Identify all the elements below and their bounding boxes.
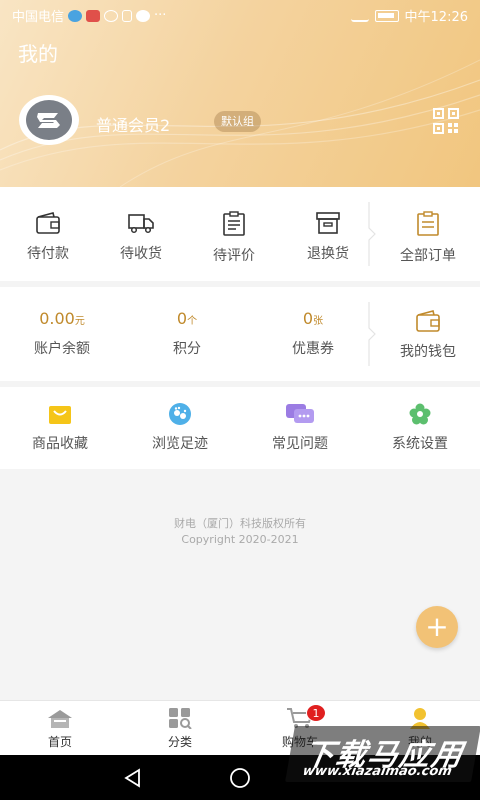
tool-label: 系统设置 xyxy=(392,436,448,452)
copyright-company: 财电（厦门）科技版权所有 xyxy=(174,517,306,530)
my-wallet-button[interactable]: 我的钱包 xyxy=(376,309,480,361)
tab-home[interactable]: 首页 xyxy=(0,707,120,750)
tool-label: 商品收藏 xyxy=(32,436,88,452)
order-returns[interactable]: 退换货 xyxy=(280,211,376,263)
header-wave-decoration xyxy=(0,59,480,187)
signal-icon xyxy=(350,10,369,22)
favorites-icon xyxy=(49,406,71,424)
copyright-years: Copyright 2020-2021 xyxy=(181,533,299,546)
tool-label: 浏览足迹 xyxy=(152,436,208,452)
coupons-label: 优惠券 xyxy=(292,341,334,357)
my-wallet-label: 我的钱包 xyxy=(400,344,456,360)
tab-category[interactable]: 分类 xyxy=(120,707,240,750)
orders-section: 待付款 待收货 待评价 退换货 全部订单 xyxy=(0,187,480,281)
order-pending-receipt[interactable]: 待收货 xyxy=(93,211,189,263)
message-icon xyxy=(136,9,151,22)
more-notifications: ··· xyxy=(154,8,167,23)
qr-code-icon[interactable] xyxy=(433,108,459,134)
account-balance[interactable]: 0.00元 账户余额 xyxy=(14,309,110,358)
clock: 中午12:26 xyxy=(404,10,468,25)
chat-icon xyxy=(286,404,314,423)
coupons-value: 0 xyxy=(302,309,314,328)
points-value: 0 xyxy=(176,309,188,328)
wallet-section: 0.00元 账户余额 0个 积分 0张 优惠券 我的钱包 xyxy=(0,287,480,381)
plus-icon: + xyxy=(425,610,449,643)
profile-header xyxy=(0,0,480,187)
user-name: 普通会员2 xyxy=(96,116,171,135)
order-status-label: 待付款 xyxy=(27,246,69,262)
all-orders-button[interactable]: 全部订单 xyxy=(376,211,480,265)
cart-count-badge: 1 xyxy=(306,704,326,722)
back-icon[interactable] xyxy=(122,767,144,789)
favorites-button[interactable]: 商品收藏 xyxy=(12,403,108,453)
coupons-unit: 张 xyxy=(313,316,324,327)
tools-section: 商品收藏 浏览足迹 常见问题 系统设置 xyxy=(0,387,480,469)
category-icon xyxy=(169,708,192,729)
sim-icon xyxy=(122,9,133,22)
wallet-icon xyxy=(416,310,440,332)
tab-label: 分类 xyxy=(167,735,192,749)
watermark-url: www.xiazaimao.com xyxy=(301,764,454,779)
app-notification-icon xyxy=(86,9,101,22)
floating-add-button[interactable]: + xyxy=(416,606,458,648)
order-status-label: 待收货 xyxy=(120,246,162,262)
status-bar: 中国电信 ··· 中午12:26 xyxy=(0,0,480,28)
wallet-icon xyxy=(36,212,60,234)
order-status-label: 待评价 xyxy=(213,248,255,264)
faq-button[interactable]: 常见问题 xyxy=(252,403,348,453)
settings-flower-icon xyxy=(409,403,431,425)
battery-icon xyxy=(374,9,399,22)
avatar[interactable] xyxy=(19,95,79,145)
box-icon xyxy=(316,212,340,234)
section-divider xyxy=(368,302,376,366)
copyright: 财电（厦门）科技版权所有 Copyright 2020-2021 xyxy=(0,516,480,548)
tool-label: 常见问题 xyxy=(272,436,328,452)
watermark: 下载马应用 www.xiazaimao.com xyxy=(285,726,480,782)
order-status-label: 退换货 xyxy=(307,246,349,262)
eye-icon xyxy=(104,9,119,22)
points-label: 积分 xyxy=(173,341,201,357)
tab-label: 首页 xyxy=(47,735,72,749)
footprint-button[interactable]: 浏览足迹 xyxy=(132,403,228,453)
page-title: 我的 xyxy=(18,42,58,66)
balance-unit: 元 xyxy=(74,316,85,327)
section-divider xyxy=(368,202,376,266)
member-group-badge: 默认组 xyxy=(214,111,261,132)
logo-icon xyxy=(26,100,72,140)
balance-value: 0.00 xyxy=(39,309,75,328)
app-notification-icon xyxy=(68,9,83,22)
all-orders-label: 全部订单 xyxy=(400,248,456,264)
home-icon xyxy=(48,710,72,728)
order-pending-payment[interactable]: 待付款 xyxy=(0,211,96,263)
points[interactable]: 0个 积分 xyxy=(139,309,235,358)
balance-label: 账户余额 xyxy=(34,341,90,357)
carrier-label: 中国电信 xyxy=(12,10,65,25)
points-unit: 个 xyxy=(187,316,198,327)
home-circle-icon[interactable] xyxy=(229,767,251,789)
settings-button[interactable]: 系统设置 xyxy=(372,403,468,453)
footprint-icon xyxy=(169,403,191,425)
truck-icon xyxy=(128,214,154,234)
coupons[interactable]: 0张 优惠券 xyxy=(265,309,361,358)
clipboard-icon xyxy=(223,211,245,236)
order-pending-review[interactable]: 待评价 xyxy=(186,211,282,265)
order-list-icon xyxy=(417,211,439,236)
